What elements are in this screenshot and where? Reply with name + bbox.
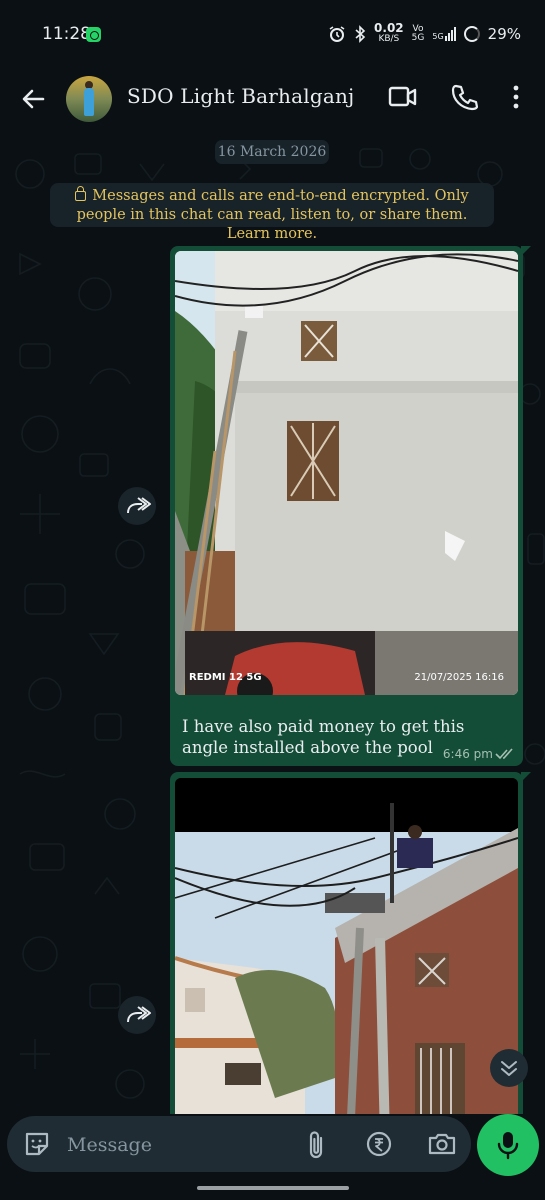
battery-level: 29%	[487, 25, 521, 43]
forward-icon	[127, 1006, 151, 1023]
status-time: 11:28	[42, 24, 91, 44]
mic-icon	[497, 1132, 519, 1160]
battery-icon	[463, 26, 480, 42]
back-arrow-icon[interactable]	[18, 84, 48, 114]
volte-indicator: Vo 5G	[411, 24, 425, 43]
gesture-navigation-bar[interactable]	[197, 1186, 349, 1190]
photo-watermark-timestamp: 21/07/2025 16:16	[414, 672, 504, 683]
outgoing-image-message[interactable]: REDMI 12 5G 21/07/2025 16:16 I have also…	[170, 246, 531, 766]
forward-button[interactable]	[118, 487, 156, 525]
encryption-notice[interactable]: Messages and calls are end-to-end encryp…	[50, 183, 494, 242]
outgoing-image-message[interactable]	[170, 772, 531, 1114]
status-indicators: 0.02 KB/S Vo 5G 5G 29%	[328, 21, 521, 44]
message-input[interactable]	[65, 1130, 289, 1160]
video-call-icon[interactable]	[388, 84, 418, 110]
message-time: 6:46 pm	[442, 747, 493, 761]
status-bar: 11:28 0.02 KB/S Vo 5G 5G 29%	[0, 0, 545, 70]
photo-watermark-device: REDMI 12 5G	[189, 672, 262, 683]
camera-icon[interactable]	[427, 1130, 457, 1158]
message-photo[interactable]	[175, 778, 518, 1114]
message-photo[interactable]: REDMI 12 5G 21/07/2025 16:16	[175, 251, 518, 695]
signal-indicator: 5G	[432, 27, 456, 41]
chat-header: SDO Light Barhalganj	[0, 70, 545, 134]
avatar[interactable]	[66, 76, 112, 122]
whatsapp-notification-icon	[86, 27, 101, 42]
sticker-icon[interactable]	[23, 1130, 51, 1158]
bluetooth-icon	[355, 25, 366, 43]
phone-icon[interactable]	[450, 83, 478, 111]
chat-area[interactable]: 16 March 2026 Messages and calls are end…	[0, 134, 545, 1114]
contact-name[interactable]: SDO Light Barhalganj	[127, 84, 354, 108]
forward-icon	[127, 497, 151, 514]
scroll-down-icon	[501, 1061, 517, 1076]
date-chip: 16 March 2026	[215, 140, 329, 164]
message-composer	[7, 1116, 471, 1172]
attach-icon[interactable]	[305, 1130, 329, 1160]
double-tick-icon	[495, 748, 513, 760]
scroll-to-bottom-button[interactable]	[490, 1049, 528, 1087]
more-options-icon[interactable]	[510, 84, 522, 110]
lock-icon	[75, 186, 87, 201]
alarm-icon	[329, 26, 345, 42]
rupee-icon[interactable]	[365, 1130, 393, 1158]
network-speed: 0.02 KB/S	[374, 21, 404, 44]
voice-record-button[interactable]	[477, 1114, 539, 1176]
forward-button[interactable]	[118, 996, 156, 1034]
